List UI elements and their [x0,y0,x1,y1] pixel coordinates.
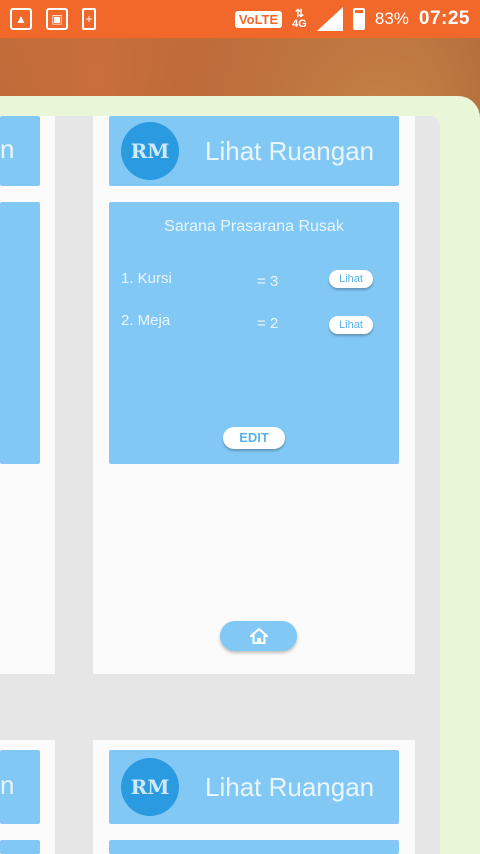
view-item-button[interactable]: Lihat [329,270,373,288]
room-card-right[interactable]: RM Lihat Ruangan [93,740,415,854]
room-card-content [0,202,40,464]
room-card-title: n [0,134,15,164]
notification-icon: ▲ [10,8,32,30]
room-card-content [0,840,40,854]
room-card-title: Lihat Ruangan [205,135,375,166]
damaged-facilities-box: Sarana Prasarana Rusak 1. Kursi = 3 Liha… [109,202,399,464]
item-name: 1. Kursi [121,270,172,287]
network-type-label: 4G [292,18,307,30]
home-icon [249,628,268,644]
status-bar: ▲ ▣ + VoLTE ⇅ 4G 83% 07:25 [0,0,480,38]
battery-plus-icon: + [82,8,96,30]
room-card-header[interactable]: RM Lihat Ruangan [109,116,399,186]
item-name: 2. Meja [121,312,171,329]
room-avatar-icon: RM [121,122,179,180]
room-card-header[interactable]: RM Lihat Ruangan [109,750,399,824]
view-item-button[interactable]: Lihat [329,316,373,334]
room-card-title: Lihat Ruangan [205,771,375,802]
clock: 07:25 [418,8,470,29]
network-type: ⇅ 4G [292,8,307,30]
room-card-left[interactable]: n [0,740,55,854]
room-card-right[interactable]: RM Lihat Ruangan Sarana Prasarana Rusak … [93,116,415,674]
item-quantity: = 2 [257,315,279,332]
room-card-header[interactable]: n [0,750,40,824]
home-button[interactable] [220,621,297,651]
damaged-facilities-title: Sarana Prasarana Rusak [164,218,344,235]
room-card-content [109,840,399,854]
battery-percent: 83% [374,9,409,28]
room-avatar-icon: RM [121,758,179,816]
volte-badge: VoLTE [234,10,283,28]
edit-button[interactable]: EDIT [223,427,285,449]
room-card-header[interactable]: n [0,116,40,186]
signal-icon [316,7,343,31]
item-quantity: = 3 [257,273,279,290]
battery-icon [352,8,365,30]
room-card-left[interactable]: n [0,116,55,674]
room-card-title: n [0,770,15,800]
image-icon: ▣ [46,8,68,30]
